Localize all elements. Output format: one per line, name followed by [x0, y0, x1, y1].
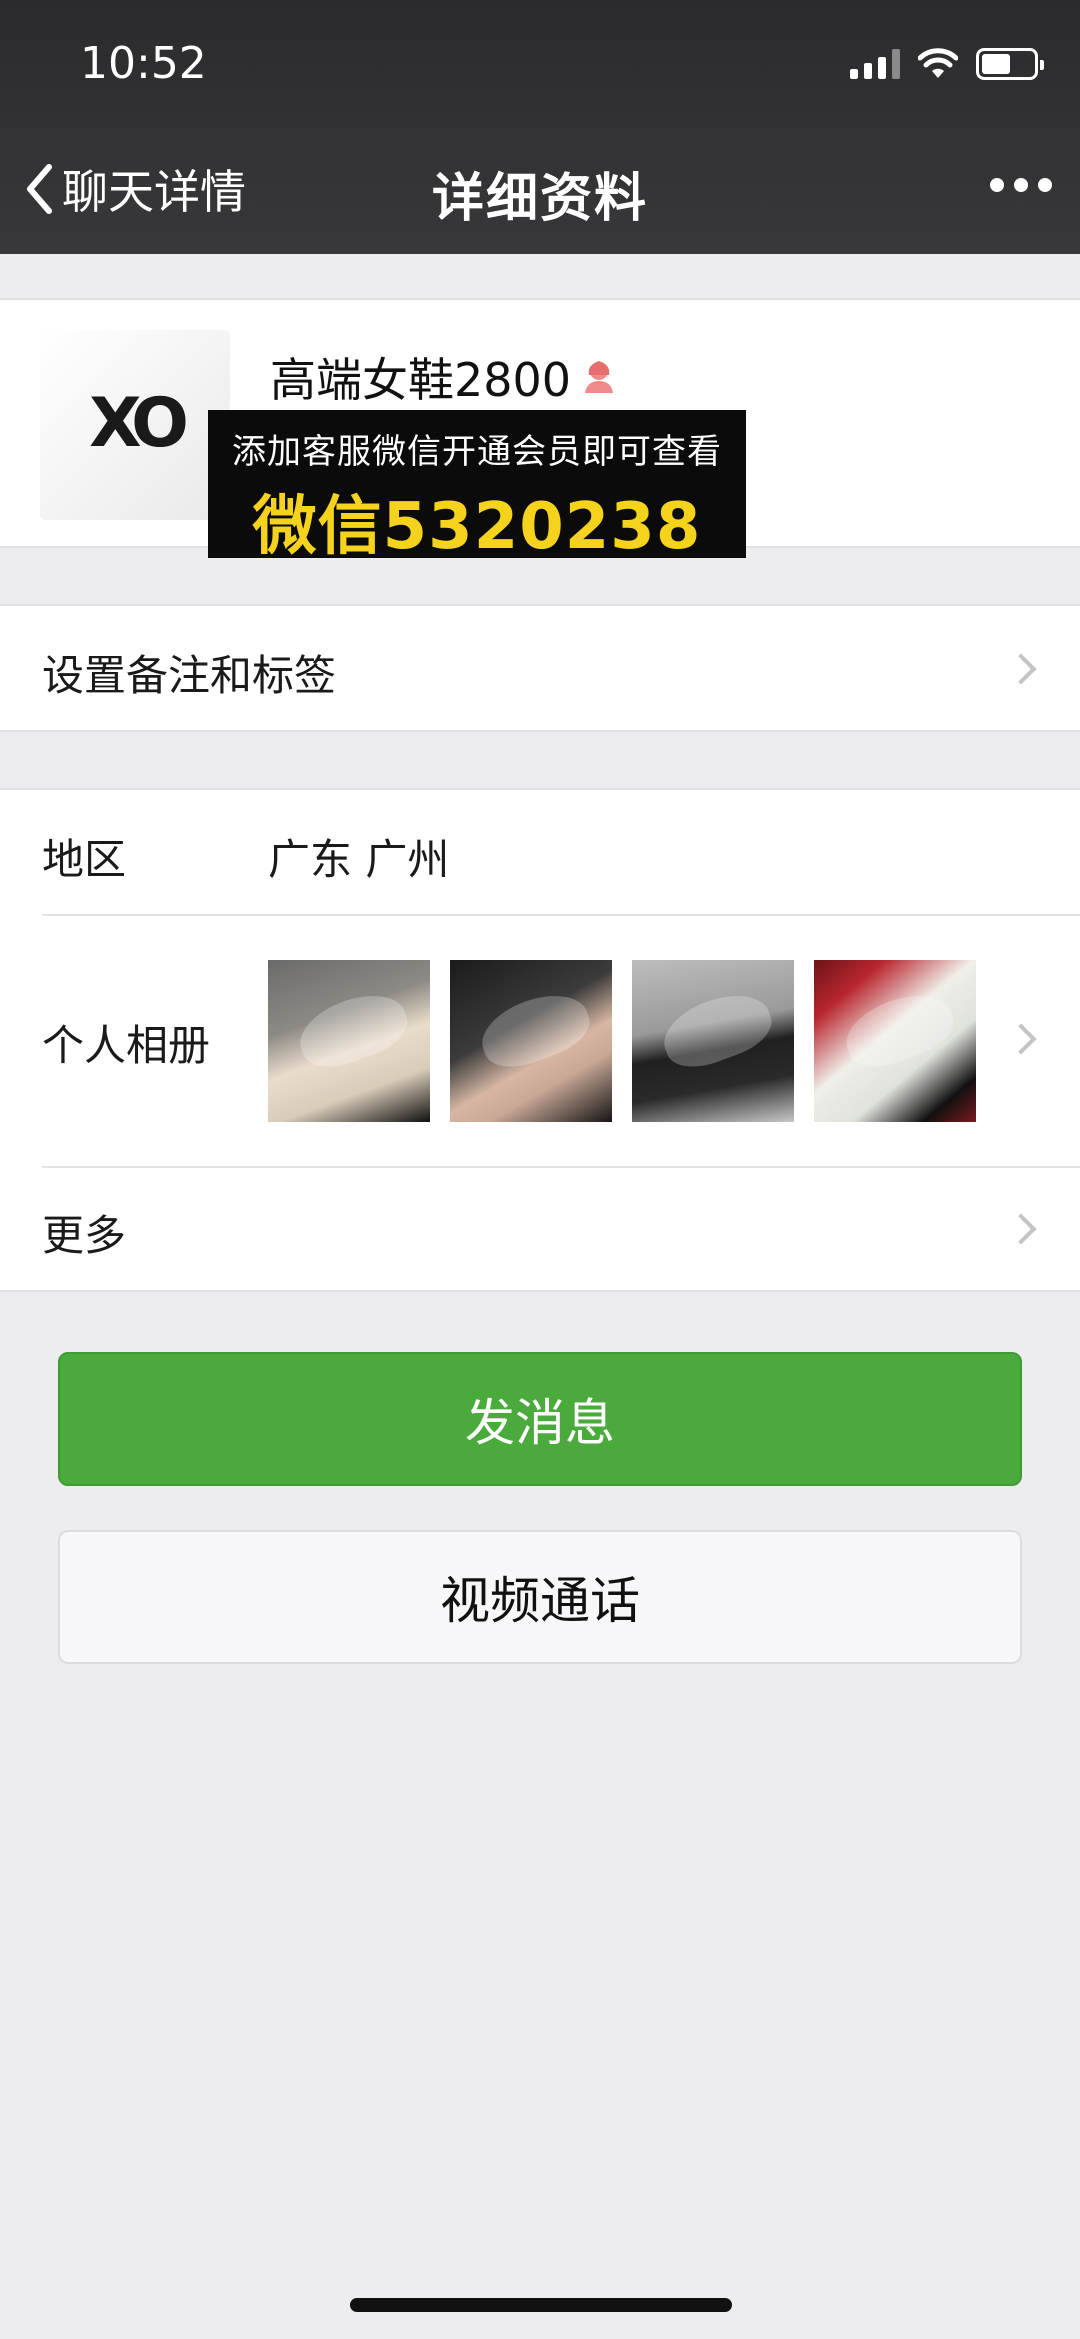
- chevron-right-icon: [1005, 1023, 1037, 1055]
- profile-name: 高端女鞋2800: [270, 353, 572, 407]
- profile-name-row: 高端女鞋2800: [270, 344, 619, 410]
- album-thumbnails: [268, 960, 976, 1122]
- status-time: 10:52: [80, 38, 207, 89]
- divider: [42, 1166, 1080, 1168]
- promo-wechat-id: 微信5320238: [252, 490, 702, 564]
- remark-row[interactable]: 设置备注和标签: [0, 604, 1080, 732]
- info-card: 地区 广东 广州 个人相册 更多: [0, 788, 1080, 1292]
- avatar[interactable]: XO: [40, 330, 230, 520]
- send-message-button[interactable]: 发消息: [58, 1352, 1022, 1486]
- wifi-icon: [918, 48, 958, 78]
- divider: [42, 914, 1080, 916]
- video-call-button[interactable]: 视频通话: [58, 1530, 1022, 1664]
- page-title: 详细资料: [431, 169, 648, 229]
- album-photo[interactable]: [450, 960, 612, 1122]
- chevron-right-icon: [1005, 1213, 1037, 1245]
- promo-banner: 添加客服微信开通会员即可查看 微信5320238: [208, 410, 746, 564]
- status-icons: [850, 44, 1044, 84]
- top-header: 10:52 聊天详情 详细资料: [0, 0, 1080, 254]
- album-photo[interactable]: [632, 960, 794, 1122]
- battery-icon: [976, 48, 1044, 80]
- album-photo[interactable]: [814, 960, 976, 1122]
- home-indicator[interactable]: [350, 2298, 732, 2312]
- avatar-logo: XO: [89, 383, 189, 463]
- album-label: 个人相册: [42, 1021, 211, 1070]
- signal-icon: [850, 49, 900, 79]
- region-value: 广东 广州: [268, 835, 450, 884]
- more-options-icon[interactable]: [990, 178, 1052, 192]
- remark-label: 设置备注和标签: [42, 651, 337, 700]
- chevron-right-icon: [1005, 653, 1037, 685]
- promo-text: 添加客服微信开通会员即可查看: [232, 432, 722, 472]
- female-user-icon: [585, 361, 614, 393]
- region-label: 地区: [42, 835, 127, 884]
- more-label: 更多: [42, 1211, 127, 1260]
- album-photo[interactable]: [268, 960, 430, 1122]
